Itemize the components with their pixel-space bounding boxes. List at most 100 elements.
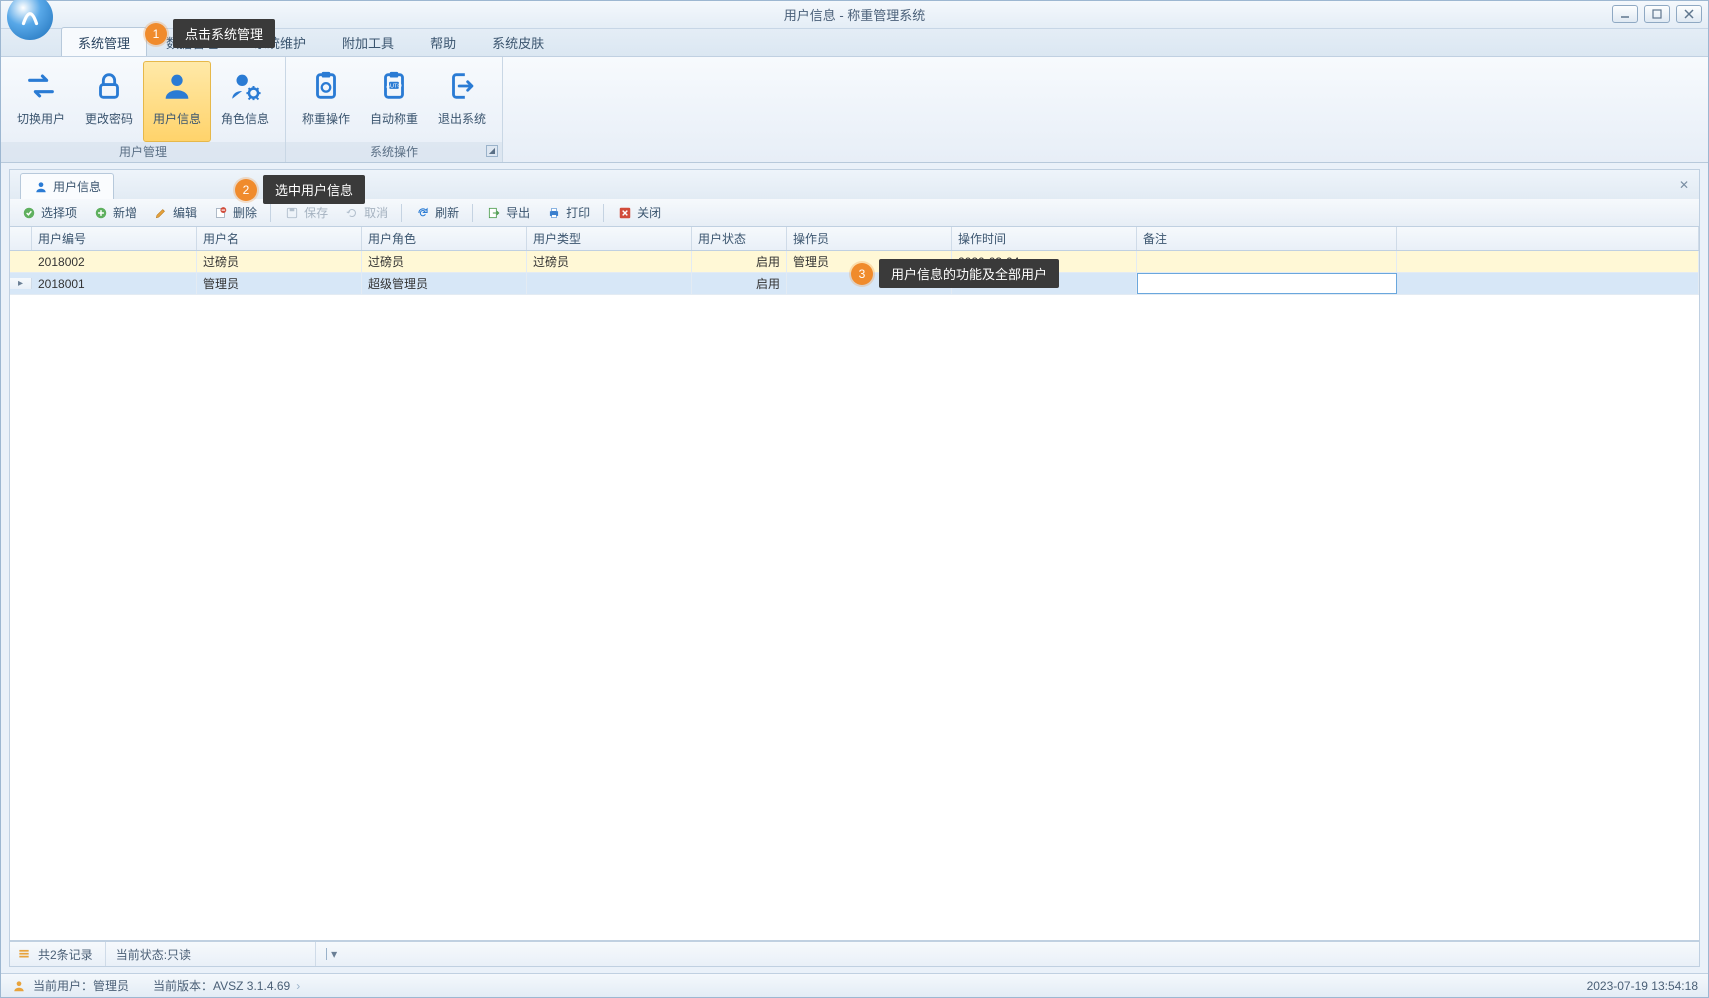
cell-user-name[interactable]: 管理员 xyxy=(197,273,362,294)
col-header-op-time[interactable]: 操作时间 xyxy=(952,227,1137,250)
cell-user-id[interactable]: 2018002 xyxy=(32,251,197,272)
annotation-badge: 2 xyxy=(235,179,257,201)
grid-header: 用户编号 用户名 用户角色 用户类型 用户状态 操作员 操作时间 备注 xyxy=(10,227,1699,251)
cell-user-type[interactable]: 过磅员 xyxy=(527,251,692,272)
cancel-button: 取消 xyxy=(337,201,395,224)
delete-icon xyxy=(213,205,229,221)
lock-icon xyxy=(91,68,127,104)
cell-user-name[interactable]: 过磅员 xyxy=(197,251,362,272)
svg-text:AUTO: AUTO xyxy=(386,83,402,89)
edit-button[interactable]: 编辑 xyxy=(146,201,204,224)
ribbon-label: 切换用户 xyxy=(17,110,65,127)
save-icon xyxy=(284,205,300,221)
ribbon-tab-skin[interactable]: 系统皮肤 xyxy=(475,27,561,56)
cell-user-status[interactable]: 启用 xyxy=(692,251,787,272)
toolbar-separator xyxy=(270,204,271,222)
annotation-text: 点击系统管理 xyxy=(173,19,275,48)
cell-user-type[interactable] xyxy=(527,273,692,294)
user-gear-icon xyxy=(227,68,263,104)
cell-user-role[interactable]: 超级管理员 xyxy=(362,273,527,294)
row-indicator-icon: ▸ xyxy=(10,278,32,289)
undo-icon xyxy=(344,205,360,221)
ribbon-group-user-manage: 切换用户 更改密码 用户信息 角色信息 用户管理 xyxy=(1,57,286,162)
records-icon xyxy=(16,946,32,962)
toolbar-separator xyxy=(472,204,473,222)
check-circle-icon xyxy=(21,205,37,221)
cell-rest xyxy=(1397,251,1699,272)
close-square-icon xyxy=(617,205,633,221)
auto-weigh-button[interactable]: AUTO 自动称重 xyxy=(360,61,428,142)
refresh-icon xyxy=(415,205,431,221)
current-user-label: 当前用户：管理员 xyxy=(33,977,129,994)
clipboard-icon xyxy=(308,68,344,104)
ribbon-group-system-op: 称重操作 AUTO 自动称重 退出系统 系统操作◢ xyxy=(286,57,503,162)
toolbar-separator xyxy=(401,204,402,222)
annotation-1: 1 点击系统管理 xyxy=(145,19,275,48)
cell-user-id[interactable]: 2018001 xyxy=(32,273,197,294)
annotation-3: 3 用户信息的功能及全部用户 xyxy=(851,259,1059,288)
export-button[interactable]: 导出 xyxy=(479,201,537,224)
add-button[interactable]: 新增 xyxy=(86,201,144,224)
col-header-user-name[interactable]: 用户名 xyxy=(197,227,362,250)
col-header-user-type[interactable]: 用户类型 xyxy=(527,227,692,250)
save-button: 保存 xyxy=(277,201,335,224)
ribbon-label: 退出系统 xyxy=(438,110,486,127)
document-tab-label: 用户信息 xyxy=(53,178,101,195)
app-window: 用户信息 - 称重管理系统 ▴ 系统管理 数据管理 系统维护 附加工具 帮助 系… xyxy=(0,0,1709,998)
select-button[interactable]: 选择项 xyxy=(14,201,84,224)
current-version-label: 当前版本：AVSZ 3.1.4.69 xyxy=(153,977,290,994)
user-status-icon xyxy=(11,978,27,994)
annotation-badge: 1 xyxy=(145,23,167,45)
grid-footer-dropdown[interactable]: ▾ xyxy=(326,948,338,960)
pencil-icon xyxy=(153,205,169,221)
col-header-operator[interactable]: 操作员 xyxy=(787,227,952,250)
col-header-user-status[interactable]: 用户状态 xyxy=(692,227,787,250)
cell-user-status[interactable]: 启用 xyxy=(692,273,787,294)
exit-system-button[interactable]: 退出系统 xyxy=(428,61,496,142)
grid-body[interactable]: 2018002 过磅员 过磅员 过磅员 启用 管理员 2020-03-04 ▸ … xyxy=(10,251,1699,940)
ribbon-label: 角色信息 xyxy=(221,110,269,127)
close-tab-button[interactable]: 关闭 xyxy=(610,201,668,224)
annotation-2: 2 选中用户信息 xyxy=(235,175,365,204)
print-icon xyxy=(546,205,562,221)
col-header-note[interactable]: 备注 xyxy=(1137,227,1397,250)
ribbon-label: 称重操作 xyxy=(302,110,350,127)
switch-user-button[interactable]: 切换用户 xyxy=(7,61,75,142)
col-header-user-role[interactable]: 用户角色 xyxy=(362,227,527,250)
delete-button[interactable]: 删除 xyxy=(206,201,264,224)
maximize-button[interactable] xyxy=(1644,5,1670,23)
status-bar: 当前用户：管理员 当前版本：AVSZ 3.1.4.69 › 2023-07-19… xyxy=(1,973,1708,997)
datetime-label: 2023-07-19 13:54:18 xyxy=(1587,979,1698,993)
close-button[interactable] xyxy=(1676,5,1702,23)
minimize-button[interactable] xyxy=(1612,5,1638,23)
ribbon-tab-help[interactable]: 帮助 xyxy=(413,27,473,56)
ribbon-tab-system-manage[interactable]: 系统管理 xyxy=(61,27,147,56)
close-all-tabs-button[interactable]: ✕ xyxy=(1675,176,1693,194)
cell-note[interactable] xyxy=(1137,273,1397,294)
col-header-user-id[interactable]: 用户编号 xyxy=(32,227,197,250)
ribbon-label: 更改密码 xyxy=(85,110,133,127)
weigh-op-button[interactable]: 称重操作 xyxy=(292,61,360,142)
cell-note[interactable] xyxy=(1137,251,1397,272)
print-button[interactable]: 打印 xyxy=(539,201,597,224)
grid-state-label: 当前状态:只读 xyxy=(116,946,191,963)
change-password-button[interactable]: 更改密码 xyxy=(75,61,143,142)
document-tab-user-info[interactable]: 用户信息 xyxy=(20,173,114,199)
row-gutter-header xyxy=(10,227,32,250)
role-info-button[interactable]: 角色信息 xyxy=(211,61,279,142)
toolbar-separator xyxy=(603,204,604,222)
refresh-button[interactable]: 刷新 xyxy=(408,201,466,224)
ribbon-group-label: 用户管理 xyxy=(1,142,285,162)
clipboard-auto-icon: AUTO xyxy=(376,68,412,104)
user-info-button[interactable]: 用户信息 xyxy=(143,61,211,142)
cell-user-role[interactable]: 过磅员 xyxy=(362,251,527,272)
ribbon-tab-extra-tools[interactable]: 附加工具 xyxy=(325,27,411,56)
annotation-text: 用户信息的功能及全部用户 xyxy=(879,259,1059,288)
window-title: 用户信息 - 称重管理系统 xyxy=(784,5,926,24)
user-icon xyxy=(159,68,195,104)
logout-icon xyxy=(444,68,480,104)
ribbon-label: 用户信息 xyxy=(153,110,201,127)
plus-circle-icon xyxy=(93,205,109,221)
group-launcher-button[interactable]: ◢ xyxy=(486,145,498,157)
annotation-text: 选中用户信息 xyxy=(263,175,365,204)
